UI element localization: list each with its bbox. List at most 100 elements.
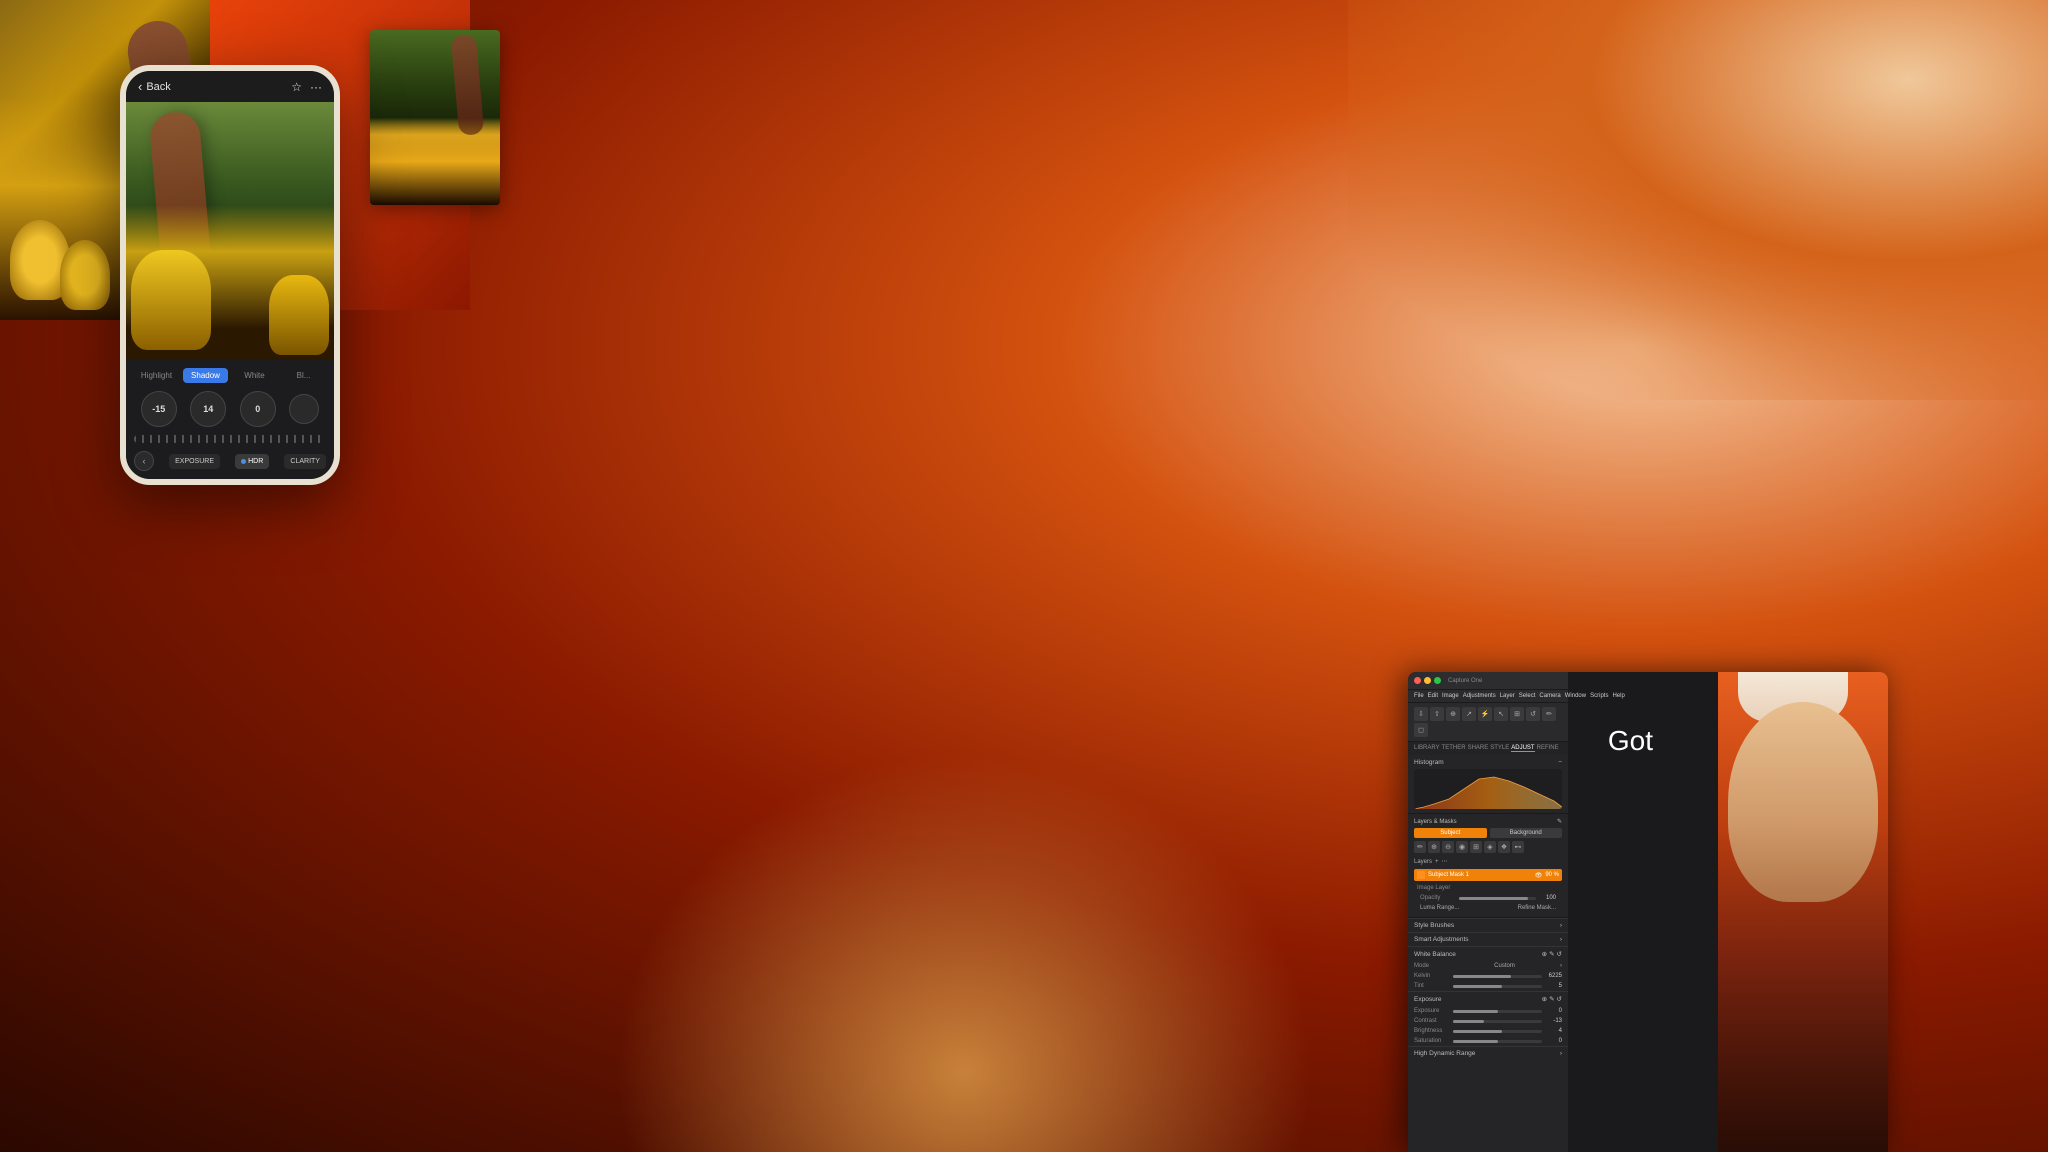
brush-tool-7[interactable]: ❖ (1498, 841, 1510, 853)
phone-clarity-button[interactable]: CLARITY (284, 454, 326, 469)
tether-icon: ⊕ (1450, 710, 1456, 718)
phone-top-icons: ☆ ··· (291, 80, 322, 94)
contrast-slider[interactable] (1453, 1020, 1542, 1023)
menu-file[interactable]: File (1414, 693, 1424, 699)
menu-adjustments[interactable]: Adjustments (1463, 693, 1496, 699)
exposure-header[interactable]: Exposure ⊕ ✎ ↺ (1408, 991, 1568, 1006)
opacity-slider[interactable] (1459, 897, 1536, 900)
phone-nav-left[interactable]: ‹ (134, 451, 154, 471)
phone-knob-3[interactable]: 0 (240, 391, 276, 427)
tab-share[interactable]: SHARE (1468, 745, 1489, 752)
add-layer-btn[interactable]: + (1435, 859, 1439, 865)
menu-help[interactable]: Help (1612, 693, 1624, 699)
layers-masks-edit-icon[interactable]: ✎ (1557, 818, 1562, 825)
menu-scripts[interactable]: Scripts (1590, 693, 1608, 699)
brush-tool-8[interactable]: ⊷ (1512, 841, 1524, 853)
got-text-overlay: Got (1608, 725, 1653, 757)
brush-tool-4[interactable]: ◉ (1456, 841, 1468, 853)
histogram-svg (1414, 769, 1562, 809)
tint-slider[interactable] (1453, 985, 1542, 988)
tab-style[interactable]: STYLE (1490, 745, 1509, 752)
brush-tool-5[interactable]: ⊞ (1470, 841, 1482, 853)
saturation-slider[interactable] (1453, 1040, 1542, 1043)
layers-masks-header: Layers & Masks ✎ (1414, 818, 1562, 825)
maximize-button[interactable] (1434, 677, 1441, 684)
tab-tether[interactable]: TETHER (1442, 745, 1466, 752)
histogram-close[interactable]: − (1558, 759, 1562, 766)
exposure-slider-fill (1453, 1010, 1498, 1013)
tab-library[interactable]: LIBRARY (1414, 745, 1440, 752)
auto-icon: ⚡ (1481, 710, 1490, 718)
phone-exposure-button[interactable]: EXPOSURE (169, 454, 220, 469)
phone-tab-white[interactable]: White (232, 368, 277, 383)
tool-auto-adjust[interactable]: ⚡ (1478, 707, 1492, 721)
luma-range-row[interactable]: Luma Range... Refine Mask... (1414, 903, 1562, 913)
wb-icon-1[interactable]: ⊕ (1542, 950, 1547, 958)
phone-tab-bl[interactable]: Bl... (281, 368, 326, 383)
shadow-tab-label: Shadow (191, 371, 220, 380)
brush-tool-1[interactable]: ✏ (1414, 841, 1426, 853)
tool-erase[interactable]: ◻ (1414, 723, 1428, 737)
highlight-tab-label: Highlight (141, 371, 172, 380)
exposure-slider[interactable] (1453, 1010, 1542, 1013)
brush-tool-2[interactable]: ⊕ (1428, 841, 1440, 853)
smart-adjustments-chevron: › (1560, 936, 1562, 943)
tool-cursor[interactable]: ↖ (1494, 707, 1508, 721)
phone-knob-1[interactable]: -15 (141, 391, 177, 427)
layer-visibility-icon[interactable]: 👁 (1535, 872, 1543, 879)
brush-tool-3[interactable]: ⊖ (1442, 841, 1454, 853)
subject-mask-layer[interactable]: Subject Mask 1 👁 90 % (1414, 869, 1562, 881)
close-button[interactable] (1414, 677, 1421, 684)
menu-window[interactable]: Window (1565, 693, 1586, 699)
exp-icon-2[interactable]: ✎ (1549, 995, 1554, 1003)
phone-tab-shadow[interactable]: Shadow (183, 368, 228, 383)
style-brushes-label: Style Brushes (1414, 922, 1454, 929)
tool-tether[interactable]: ⊕ (1446, 707, 1460, 721)
tool-rotate[interactable]: ↺ (1526, 707, 1540, 721)
histogram-label: Histogram (1414, 759, 1444, 766)
smart-adjustments-header[interactable]: Smart Adjustments › (1408, 932, 1568, 946)
tool-share[interactable]: ↗ (1462, 707, 1476, 721)
phone-tab-highlight[interactable]: Highlight (134, 368, 179, 383)
kelvin-slider[interactable] (1453, 975, 1542, 978)
layer-options-icon[interactable]: ⋯ (1442, 858, 1448, 865)
menu-edit[interactable]: Edit (1428, 693, 1438, 699)
brush-tool-6[interactable]: ◈ (1484, 841, 1496, 853)
minimize-button[interactable] (1424, 677, 1431, 684)
exp-icon-3[interactable]: ↺ (1557, 995, 1562, 1003)
high-dynamic-range-header[interactable]: High Dynamic Range › (1408, 1046, 1568, 1060)
tool-import[interactable]: ⇩ (1414, 707, 1428, 721)
crop-icon: ⊞ (1514, 710, 1520, 718)
wb-icon-3[interactable]: ↺ (1557, 950, 1562, 958)
phone-screen: ‹ Back ☆ ··· Highlight Shadow (126, 71, 334, 479)
subject-btn[interactable]: Subject (1414, 828, 1487, 838)
tool-brush[interactable]: ✏ (1542, 707, 1556, 721)
style-brushes-header[interactable]: Style Brushes › (1408, 918, 1568, 932)
luma-range-label: Luma Range... (1420, 905, 1459, 911)
phone-slider-strip[interactable] (134, 435, 326, 443)
menu-image[interactable]: Image (1442, 693, 1459, 699)
wb-mode-arrow[interactable]: › (1560, 963, 1562, 969)
menu-select[interactable]: Select (1519, 693, 1536, 699)
exp-icon-1[interactable]: ⊕ (1542, 995, 1547, 1003)
tool-crop[interactable]: ⊞ (1510, 707, 1524, 721)
phone-knob-2[interactable]: 14 (190, 391, 226, 427)
background-btn[interactable]: Background (1490, 828, 1563, 838)
phone-knob-4[interactable] (289, 394, 319, 424)
phone-back-button[interactable]: ‹ Back (138, 79, 171, 94)
contrast-row: Contrast -13 (1408, 1016, 1568, 1026)
phone-hdr-button[interactable]: HDR (235, 454, 269, 469)
exposure-toggle-icons: ⊕ ✎ ↺ (1542, 995, 1562, 1003)
tab-refine[interactable]: REFINE (1537, 745, 1559, 752)
import-icon: ⇩ (1418, 710, 1424, 718)
menu-camera[interactable]: Camera (1539, 693, 1560, 699)
white-balance-header[interactable]: White Balance ⊕ ✎ ↺ (1408, 946, 1568, 961)
wb-icon-2[interactable]: ✎ (1549, 950, 1554, 958)
tab-adjust[interactable]: ADJUST (1511, 745, 1534, 752)
flower-yellow-left2 (60, 240, 110, 310)
rotate-icon: ↺ (1530, 710, 1536, 718)
menu-layer[interactable]: Layer (1500, 693, 1515, 699)
brush-tools-row: ✏ ⊕ ⊖ ◉ ⊞ ◈ ❖ ⊷ (1414, 841, 1562, 853)
tool-export[interactable]: ⇧ (1430, 707, 1444, 721)
brightness-slider[interactable] (1453, 1030, 1542, 1033)
